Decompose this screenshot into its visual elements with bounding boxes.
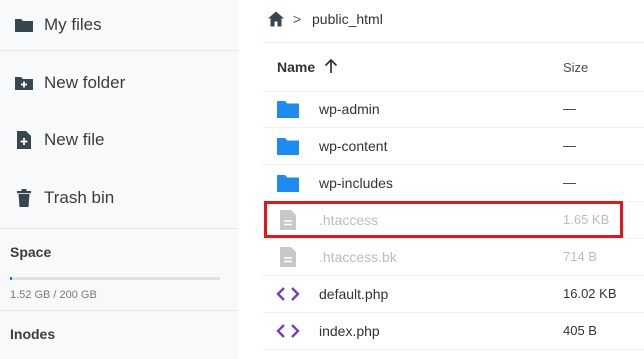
file-size: 405 B	[563, 323, 597, 338]
table-row[interactable]: wp-includes —	[262, 165, 644, 202]
sidebar-item-label: My files	[44, 15, 102, 34]
breadcrumb: > public_html	[262, 0, 644, 43]
sidebar-divider	[0, 310, 238, 311]
trash-icon	[14, 188, 34, 208]
file-icon	[276, 246, 300, 268]
file-browser: > public_html Name Size wp-admin — wp-cont…	[262, 0, 644, 359]
file-size: 714 B	[563, 249, 597, 264]
sidebar-item-label: New folder	[44, 73, 126, 92]
table-row[interactable]: default.php 16.02 KB	[262, 276, 644, 313]
space-usage-bar	[10, 277, 220, 280]
sidebar-item-label: New file	[44, 130, 105, 149]
sidebar-divider	[0, 228, 238, 229]
column-header-name[interactable]: Name	[277, 59, 315, 75]
file-size: —	[563, 175, 576, 190]
file-name[interactable]: wp-admin	[319, 101, 380, 117]
folder-icon	[276, 98, 300, 120]
folder-icon	[276, 135, 300, 157]
space-usage-fill	[10, 277, 12, 280]
sidebar-item-label: Trash bin	[44, 188, 115, 207]
column-header-size[interactable]: Size	[563, 60, 588, 75]
space-usage-text: 1.52 GB / 200 GB	[10, 289, 97, 301]
breadcrumb-separator: >	[293, 11, 302, 27]
sidebar: My files New folder New file Trash bin S…	[0, 0, 238, 359]
file-icon	[276, 209, 300, 231]
code-icon	[276, 283, 300, 305]
table-row[interactable]: .htaccess.bk 714 B	[262, 239, 644, 276]
folder-icon	[14, 15, 34, 35]
breadcrumb-current[interactable]: public_html	[312, 11, 383, 27]
file-plus-icon	[14, 130, 34, 150]
file-name[interactable]: default.php	[319, 286, 388, 302]
file-name[interactable]: wp-includes	[319, 175, 393, 191]
sidebar-divider	[0, 50, 238, 51]
inodes-title: Inodes	[10, 326, 56, 342]
table-row[interactable]: wp-admin —	[262, 91, 644, 128]
sidebar-item-new-file[interactable]: New file	[0, 117, 238, 163]
table-header: Name Size	[262, 43, 644, 92]
file-size: 1.65 KB	[563, 212, 610, 227]
folder-icon	[276, 172, 300, 194]
table-row[interactable]: index.php 405 B	[262, 313, 644, 350]
file-name[interactable]: .htaccess	[319, 212, 378, 228]
file-name[interactable]: wp-content	[319, 138, 387, 154]
file-size: —	[563, 101, 576, 116]
home-icon[interactable]	[267, 10, 285, 28]
file-name[interactable]: .htaccess.bk	[319, 249, 397, 265]
file-size: 16.02 KB	[563, 286, 617, 301]
file-size: —	[563, 138, 576, 153]
space-title: Space	[10, 244, 52, 260]
file-name[interactable]: index.php	[319, 323, 380, 339]
sidebar-item-trash-bin[interactable]: Trash bin	[0, 175, 238, 221]
sort-ascending-icon[interactable]	[323, 58, 339, 74]
sidebar-item-new-folder[interactable]: New folder	[0, 60, 238, 106]
table-row[interactable]: wp-content —	[262, 128, 644, 165]
table-row[interactable]: .htaccess 1.65 KB	[262, 202, 644, 239]
folder-plus-icon	[14, 73, 34, 93]
code-icon	[276, 320, 300, 342]
sidebar-item-my-files[interactable]: My files	[0, 2, 238, 48]
